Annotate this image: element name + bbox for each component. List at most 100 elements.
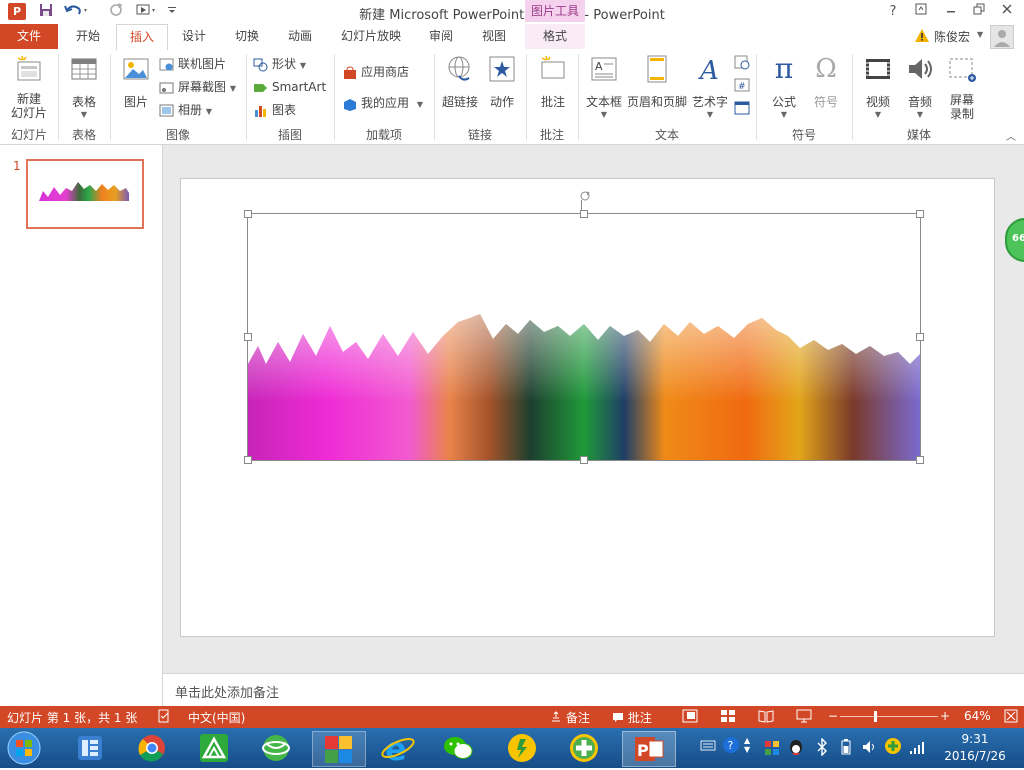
store-button[interactable]: 应用商店 [342,62,409,82]
screen-recording-label: 屏幕 录制 [949,93,974,121]
my-apps-button[interactable]: 我的应用 ▼ [342,93,423,113]
notes-pane[interactable]: 单击此处添加备注 [163,673,1024,707]
music-app-icon[interactable] [500,731,544,765]
restore-icon[interactable] [966,2,992,22]
screenshot-button[interactable]: 屏幕截图 ▼ [159,77,236,97]
warning-icon [914,28,930,44]
user-name[interactable]: 陈俊宏 [934,28,970,45]
tab-review[interactable]: 审阅 [416,24,466,49]
audio-button[interactable]: 音频 ▼ [900,54,940,119]
avatar[interactable] [990,25,1014,49]
smartart-button[interactable]: SmartArt [253,77,326,97]
keyboard-tray-icon[interactable] [700,738,716,754]
slide-thumbnail[interactable] [26,159,144,229]
windows-taskbar: e P ? ▲ ▼ 9:31 2016/7/26 [0,728,1024,768]
tab-insert[interactable]: 插入 [116,24,168,51]
comments-label: 批注 [627,711,652,725]
color-app-tray-icon[interactable] [764,740,780,756]
resize-handle[interactable] [244,333,252,341]
spellcheck-icon[interactable] [157,709,171,726]
puzzle-app-icon[interactable] [312,731,366,767]
resize-handle[interactable] [244,210,252,218]
video-button[interactable]: 视频 ▼ [858,54,898,119]
plus-app-icon[interactable] [562,731,606,765]
zoom-out-button[interactable]: − [828,709,838,723]
shapes-button[interactable]: 形状 ▼ [253,54,306,74]
zoom-in-button[interactable]: + [940,709,950,723]
zoom-slider[interactable] [840,716,938,717]
tab-view[interactable]: 视图 [468,24,520,49]
resize-handle[interactable] [916,210,924,218]
slide-sorter-icon[interactable] [720,709,736,726]
help-icon[interactable]: ? [880,2,906,22]
green-app-icon[interactable] [192,731,236,765]
tab-file[interactable]: 文件 [0,24,58,49]
reading-view-icon[interactable] [758,709,774,726]
tab-animations[interactable]: 动画 [274,24,326,49]
bluetooth-icon[interactable] [816,737,828,757]
object-icon[interactable] [734,100,750,116]
wechat-icon[interactable] [436,731,480,765]
smartart-icon [253,81,269,95]
chrome-icon[interactable] [130,731,174,765]
resize-handle[interactable] [916,456,924,464]
tray-expand-chevron-icon[interactable]: ▲ ▼ [744,736,758,758]
picture-label: 图片 [123,95,148,109]
zoom-level[interactable]: 64% [964,709,991,723]
date-time-icon[interactable] [734,54,750,70]
help-tray-icon[interactable]: ? [722,736,740,754]
collapse-ribbon-chevron-icon[interactable]: ︿ [1006,128,1016,143]
clock-date[interactable]: 2016/7/26 [940,749,1010,763]
picture-button[interactable]: 图片 [116,54,156,110]
hyperlink-button[interactable]: 超链接 [440,54,480,110]
album-button[interactable]: 相册 ▼ [159,100,212,120]
ie-icon[interactable]: e [376,730,420,768]
selected-picture[interactable] [247,213,921,461]
qq-penguin-icon[interactable] [788,738,804,756]
textbox-button[interactable]: A 文本框 ▼ [584,54,624,119]
fit-slide-icon[interactable] [1004,709,1018,726]
notes-toggle-button[interactable]: 备注 [550,709,590,726]
user-menu-chevron-icon[interactable]: ▼ [977,30,983,39]
resize-handle[interactable] [580,210,588,218]
zoom-slider-thumb[interactable] [874,711,877,722]
online-picture-button[interactable]: 联机图片 [159,54,226,74]
rotate-handle-icon[interactable] [580,190,590,201]
wordart-button[interactable]: A 艺术字 ▼ [690,54,730,119]
network-signal-icon[interactable] [908,738,926,756]
symbol-button[interactable]: Ω 符号 [806,54,846,110]
powerpoint-icon[interactable]: P [622,731,676,767]
resize-handle[interactable] [580,456,588,464]
explorer-icon[interactable] [68,731,112,765]
language-status[interactable]: 中文(中国) [188,709,245,726]
tab-transitions[interactable]: 切换 [222,24,272,49]
minimize-icon[interactable] [938,2,964,22]
tab-slideshow[interactable]: 幻灯片放映 [330,24,412,49]
normal-view-icon[interactable] [682,709,698,726]
battery-icon[interactable] [840,738,852,756]
clock-time[interactable]: 9:31 [940,732,1010,746]
comment-button[interactable]: 批注 [532,54,574,110]
tab-format[interactable]: 格式 [525,24,585,49]
equation-button[interactable]: π 公式 ▼ [764,54,804,120]
resize-handle[interactable] [244,456,252,464]
chart-button[interactable]: 图表 [253,100,296,120]
comments-toggle-button[interactable]: 批注 [612,709,652,726]
ribbon-display-icon[interactable] [908,2,934,22]
header-footer-button[interactable]: 页眉和页脚 [626,54,688,110]
slideshow-view-icon[interactable] [796,709,812,726]
screen-recording-button[interactable]: 屏幕 录制 [942,54,982,121]
new-slide-button[interactable]: 新建 幻灯片 [4,54,54,120]
close-icon[interactable] [994,2,1020,22]
globe-app-icon[interactable] [254,731,298,765]
slide-number-icon[interactable]: # [734,77,750,93]
action-button[interactable]: 动作 [484,54,520,110]
security-plus-tray-icon[interactable] [884,737,902,755]
tab-design[interactable]: 设计 [168,24,220,49]
start-orb[interactable] [4,729,44,767]
table-button[interactable]: 表格 ▼ [64,54,104,119]
tab-home[interactable]: 开始 [60,24,116,49]
slide-count-status[interactable]: 幻灯片 第 1 张，共 1 张 [7,709,137,726]
volume-icon[interactable] [862,738,878,756]
resize-handle[interactable] [916,333,924,341]
